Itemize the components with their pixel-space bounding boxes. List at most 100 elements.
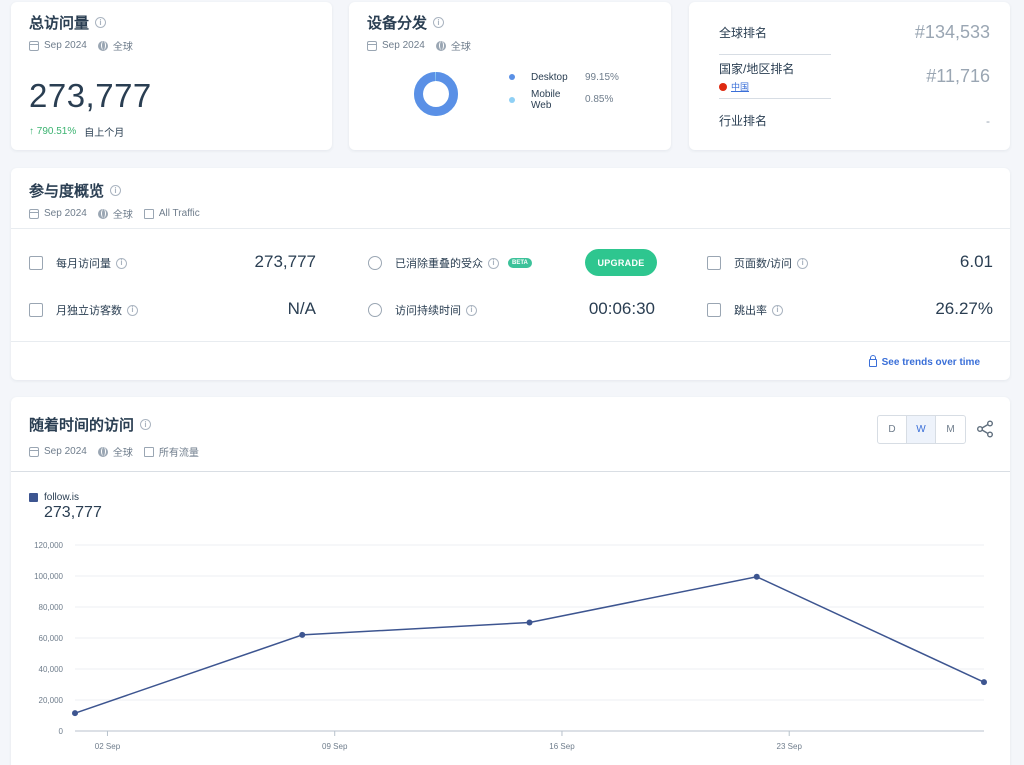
legend-item-mobile-web: Mobile Web 0.85% [509, 89, 619, 111]
visits-line-chart: 120,000 100,000 80,000 60,000 40,000 20,000 0 0… [34, 541, 987, 751]
visits-over-time-header: 随着时间的访问 i Sep 2024 全球 所有流量 [11, 397, 1010, 472]
metric-label: 每月访问量 [56, 258, 111, 270]
globe-icon [97, 40, 108, 51]
device-title: 设备分发 i [367, 12, 653, 33]
total-visits-title: 总访问量 i [29, 12, 314, 33]
share-icon[interactable] [976, 420, 994, 438]
legend-value: 0.85% [585, 94, 614, 105]
legend-value: 99.15% [585, 71, 619, 83]
person-icon [29, 303, 43, 317]
metric-unique-visitors: 月独立访客数 i [29, 302, 138, 318]
beta-badge: BETA [508, 258, 532, 268]
total-visits-title-text: 总访问量 [29, 15, 90, 32]
info-icon[interactable]: i [433, 17, 445, 28]
metric-label: 跳出率 [734, 305, 767, 317]
metric-label: 访问持续时间 [395, 305, 461, 317]
country-name[interactable]: 中国 [731, 80, 749, 93]
metric-label: 页面数/访问 [734, 258, 793, 270]
metric-value-visit-duration: 00:06:30 [588, 299, 655, 318]
traffic-label: 所有流量 [158, 448, 199, 459]
metric-label: 月独立访客数 [56, 305, 122, 317]
info-icon[interactable]: i [488, 257, 499, 269]
granularity-day-button[interactable]: D [878, 416, 907, 443]
legend-name: Desktop [531, 71, 568, 83]
upgrade-button[interactable]: UPGRADE [585, 249, 657, 276]
china-flag-icon [719, 82, 727, 91]
engagement-title-text: 参与度概览 [29, 183, 105, 200]
granularity-month-button[interactable]: M [936, 416, 965, 443]
device-distribution-card: 设备分发 i Sep 2024 全球 Desktop 99.15% Mobile… [349, 2, 671, 150]
metric-visit-duration: 访问持续时间 i [368, 302, 477, 318]
country-rank-value: #11,716 [926, 66, 990, 86]
see-trends-label[interactable]: See trends over time [882, 357, 980, 368]
series-name: follow.is [44, 492, 80, 503]
global-rank-row: 全球排名 #134,533 [719, 11, 990, 54]
donut-slice-desktop [414, 72, 458, 116]
metric-bounce-rate: 跳出率 i [707, 302, 783, 318]
y-tick-label: 20,000 [39, 696, 64, 705]
info-icon[interactable]: i [116, 257, 127, 269]
engagement-header: 参与度概览 i Sep 2024 全球 All Traffic [11, 168, 1010, 229]
metric-label: 已消除重叠的受众 [395, 258, 483, 270]
x-tick-label: 23 Sep [777, 742, 803, 751]
legend-dot [509, 74, 515, 80]
see-trends-link[interactable]: See trends over time [868, 354, 980, 368]
info-icon[interactable]: i [110, 185, 122, 196]
engagement-overview-card: 参与度概览 i Sep 2024 全球 All Traffic 每月访问量 i 2… [11, 168, 1010, 380]
legend-name: Mobile Web [531, 88, 561, 111]
x-tick-label: 09 Sep [322, 742, 348, 751]
industry-rank-row: 行业排名 - [719, 99, 990, 142]
visits-over-time-card: 随着时间的访问 i Sep 2024 全球 所有流量 D W M follow.… [11, 397, 1010, 765]
pages-icon [707, 256, 721, 270]
country-link[interactable]: 中国 [719, 80, 831, 93]
info-icon[interactable]: i [127, 304, 138, 316]
growth-indicator: ↑ 790.51% 自上个月 [29, 124, 314, 139]
bounce-icon [707, 303, 721, 317]
region-label: 全球 [450, 42, 471, 53]
x-tick-label: 02 Sep [95, 742, 121, 751]
device-meta: Sep 2024 全球 [367, 38, 653, 53]
y-tick-label: 40,000 [39, 665, 64, 674]
calendar-icon [29, 40, 39, 51]
info-icon[interactable]: i [140, 419, 152, 430]
date-label: Sep 2024 [44, 208, 87, 219]
stopwatch-icon [368, 303, 382, 317]
globe-icon [97, 446, 108, 457]
calendar-icon [29, 208, 39, 219]
visits-over-time-meta: Sep 2024 全球 所有流量 [29, 444, 992, 459]
metric-value-monthly-visits: 273,777 [254, 252, 316, 271]
device-title-text: 设备分发 [367, 15, 428, 32]
visits-over-time-title-text: 随着时间的访问 [29, 417, 135, 434]
metric-deduplicated-audience: 已消除重叠的受众 i BETA [368, 255, 532, 271]
growth-percent: ↑ 790.51% [29, 126, 77, 137]
device-body: Desktop 99.15% Mobile Web 0.85% [367, 69, 653, 119]
data-point [753, 573, 760, 580]
granularity-week-button[interactable]: W [907, 416, 936, 443]
data-point [981, 679, 987, 686]
date-label: Sep 2024 [44, 40, 87, 51]
info-icon[interactable]: i [772, 304, 783, 316]
metric-value-unique-visitors: N/A [287, 299, 316, 318]
calendar-icon [367, 40, 377, 51]
info-icon[interactable]: i [466, 304, 477, 316]
y-tick-label: 120,000 [34, 541, 63, 550]
series-toggle[interactable]: follow.is [29, 492, 79, 503]
x-tick-label: 16 Sep [549, 742, 575, 751]
date-label: Sep 2024 [44, 446, 87, 457]
data-point [72, 710, 78, 717]
globe-icon [97, 208, 108, 219]
total-visits-card: 总访问量 i Sep 2024 全球 273,777 ↑ 790.51% 自上个… [11, 2, 332, 150]
legend-item-desktop: Desktop 99.15% [509, 72, 619, 83]
info-icon[interactable]: i [95, 17, 107, 28]
info-icon[interactable]: i [797, 257, 809, 269]
globe-icon [435, 40, 446, 51]
total-visits-value: 273,777 [29, 77, 152, 114]
series-checkbox[interactable] [29, 493, 38, 502]
series-total-value: 273,777 [44, 504, 102, 521]
date-label: Sep 2024 [382, 40, 425, 51]
device-donut-chart [414, 72, 458, 116]
ranking-card: 全球排名 #134,533 国家/地区排名 中国 #11,716 行业排名 - [689, 2, 1010, 150]
engagement-title: 参与度概览 i [29, 180, 992, 201]
device-legend: Desktop 99.15% Mobile Web 0.85% [509, 72, 619, 117]
metric-value-pages-per-visit: 6.01 [959, 252, 993, 271]
